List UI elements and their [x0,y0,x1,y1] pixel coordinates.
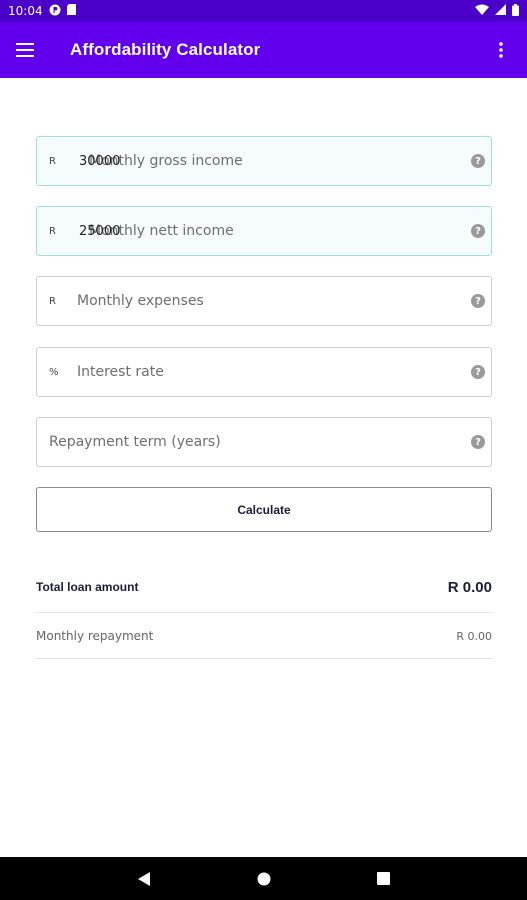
gross-income-value: 30000 [79,153,121,169]
nett-income-value: 25000 [79,223,121,239]
monthly-repayment-value: R 0.00 [456,629,492,643]
currency-prefix: R [49,295,56,307]
help-icon[interactable]: ? [471,435,485,449]
total-loan-row: Total loan amount R 0.00 [36,576,492,598]
percent-prefix: % [49,366,59,378]
help-icon[interactable]: ? [471,365,485,379]
monthly-repayment-row: Monthly repayment R 0.00 [36,627,492,645]
wifi-icon [475,4,489,18]
menu-icon[interactable] [16,36,44,64]
signal-icon [495,4,506,18]
monthly-repayment-label: Monthly repayment [36,629,154,643]
status-bar: 10:04 [0,0,527,22]
monthly-gross-income-field[interactable]: R 30000 Monthly gross income ? [36,136,492,186]
back-icon[interactable] [132,867,156,891]
app-bar: Affordability Calculator [0,22,527,78]
currency-prefix: R [49,155,56,167]
divider [36,658,492,659]
repayment-term-label: Repayment term (years) [49,434,221,450]
more-options-icon[interactable] [491,36,511,64]
battery-icon [512,3,519,19]
monthly-expenses-field[interactable]: R Monthly expenses ? [36,276,492,326]
calculate-button[interactable]: Calculate [36,487,492,532]
currency-prefix: R [49,225,56,237]
divider [36,612,492,613]
expenses-label: Monthly expenses [77,293,204,309]
monthly-nett-income-field[interactable]: R 25000 Monthly nett income ? [36,206,492,256]
help-icon[interactable]: ? [471,294,485,308]
app-notification-icon [49,4,61,19]
status-time: 10:04 [8,4,43,18]
total-loan-label: Total loan amount [36,580,139,594]
system-nav-bar [0,857,527,900]
interest-rate-label: Interest rate [77,364,164,380]
sd-card-icon [66,4,76,18]
repayment-term-field[interactable]: Repayment term (years) ? [36,417,492,467]
total-loan-value: R 0.00 [447,578,492,596]
page-title: Affordability Calculator [70,40,261,59]
interest-rate-field[interactable]: % Interest rate ? [36,347,492,397]
help-icon[interactable]: ? [471,154,485,168]
home-icon[interactable] [252,867,276,891]
recents-icon[interactable] [372,867,396,891]
help-icon[interactable]: ? [471,224,485,238]
